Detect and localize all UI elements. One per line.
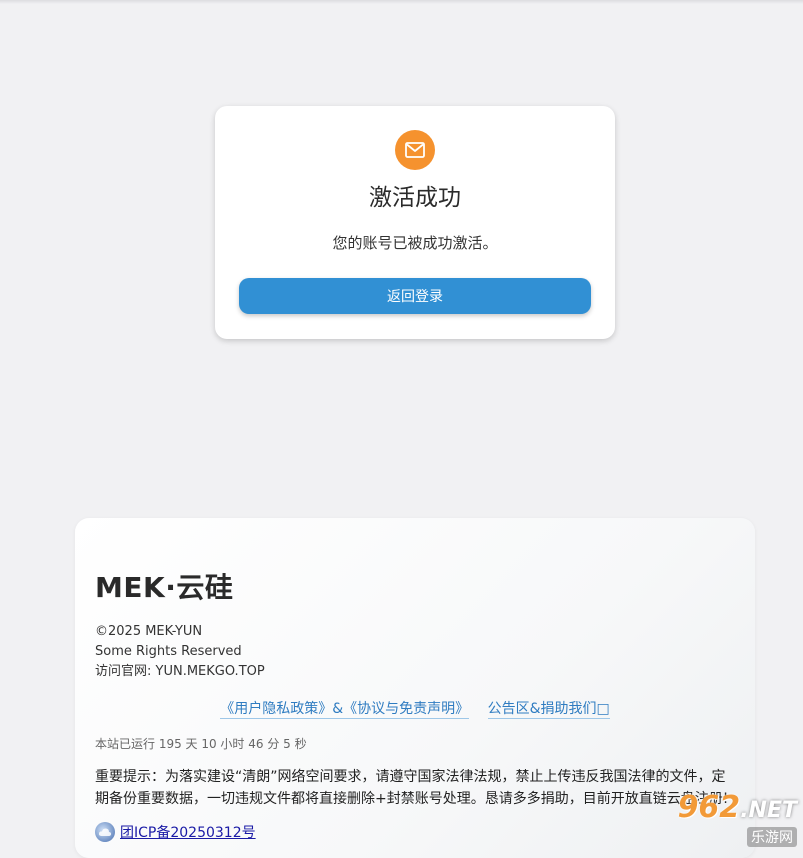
rights-text: Some Rights Reserved [95, 644, 242, 659]
watermark-domain: .NET [740, 798, 797, 823]
mail-icon [395, 130, 435, 170]
top-shadow [0, 0, 803, 4]
footer-info: ©2025 MEK-YUN Some Rights Reserved 访问官网:… [95, 622, 265, 682]
footer-links: 《用户隐私政策》&《协议与免责声明》 公告区&捐助我们□ [75, 698, 755, 719]
icp-record: 团ICP备20250312号 [95, 822, 256, 842]
site-watermark: 962.NET 乐游网 [678, 793, 797, 847]
card-message: 您的账号已被成功激活。 [332, 234, 498, 252]
watermark-subtitle: 乐游网 [747, 827, 797, 847]
watermark-number: 962 [677, 790, 741, 825]
activation-card: 激活成功 您的账号已被成功激活。 返回登录 [215, 106, 615, 339]
notice-text: 重要提示：为落实建设“清朗”网络空间要求，请遵守国家法律法规，禁止上传违反我国法… [95, 769, 729, 807]
privacy-policy-link[interactable]: 《用户隐私政策》&《协议与免责声明》 [220, 701, 470, 719]
site-footer: MEK·云硅 ©2025 MEK-YUN Some Rights Reserve… [75, 518, 755, 858]
cloud-icon [95, 822, 115, 842]
card-title: 激活成功 [369, 185, 461, 211]
icp-link[interactable]: 团ICP备20250312号 [120, 822, 256, 842]
site-text: 访问官网: YUN.MEKGO.TOP [95, 664, 265, 679]
announcement-donate-link[interactable]: 公告区&捐助我们□ [487, 701, 610, 719]
uptime-text: 本站已运行 195 天 10 小时 46 分 5 秒 [95, 737, 307, 751]
footer-brand: MEK·云硅 [95, 571, 234, 604]
copyright-text: ©2025 MEK-YUN [95, 624, 203, 639]
watermark-logo: 962.NET [678, 793, 797, 826]
back-to-login-button[interactable]: 返回登录 [239, 278, 591, 314]
